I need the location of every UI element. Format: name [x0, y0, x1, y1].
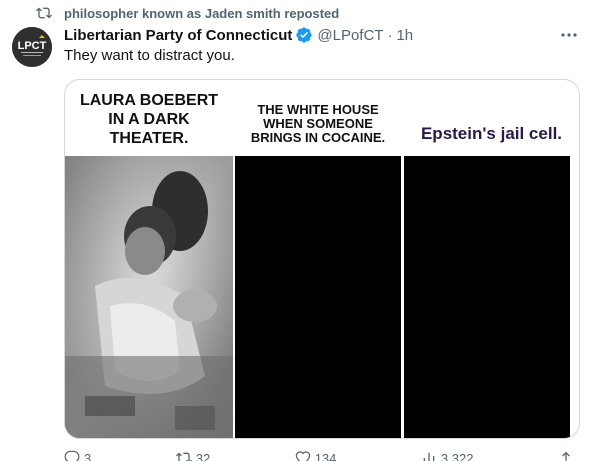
lpct-logo: LPCT [12, 27, 52, 67]
heart-icon [295, 451, 310, 461]
views-button[interactable]: 3,322 [421, 450, 474, 461]
timestamp[interactable]: 1h [396, 27, 413, 44]
tweet-actions: 3 32 134 3,322 [64, 450, 578, 461]
svg-text:LPCT: LPCT [18, 40, 47, 52]
avatar[interactable]: LPCT [12, 27, 52, 67]
verified-badge-icon[interactable] [295, 26, 313, 44]
reply-icon [64, 450, 80, 461]
repost-button[interactable]: 32 [175, 450, 211, 461]
reply-count: 3 [84, 450, 92, 461]
meme-panel-boebert: LAURA BOEBERT IN A DARK THEATER. [65, 80, 233, 438]
views-chart-icon [423, 452, 435, 461]
black-panel-white-house [235, 156, 401, 438]
meme-panel-epstein: Epstein's jail cell. [404, 80, 579, 438]
author-display-name[interactable]: Libertarian Party of Connecticut [64, 27, 292, 44]
retweet-icon [175, 452, 192, 461]
black-panel-epstein [404, 156, 570, 438]
like-button[interactable]: 134 [295, 450, 337, 461]
meme-panel-white-house: THE WHITE HOUSE WHEN SOMEONE BRINGS IN C… [235, 80, 401, 438]
author-handle[interactable]: @LPofCT [317, 27, 383, 44]
tweet-text: They want to distract you. [64, 47, 235, 64]
tweet-media-image[interactable]: LAURA BOEBERT IN A DARK THEATER. THE WHI… [64, 79, 580, 439]
tweet-header: Libertarian Party of Connecticut @LPofCT… [64, 25, 413, 45]
separator-dot: · [387, 26, 393, 44]
repost-context[interactable]: philosopher known as Jaden smith reposte… [36, 4, 339, 22]
reply-button[interactable]: 3 [64, 450, 91, 461]
share-icon [562, 451, 570, 461]
meme-caption-epstein: Epstein's jail cell. [420, 124, 563, 143]
share-button[interactable] [558, 450, 578, 461]
more-options-button[interactable] [558, 26, 580, 44]
repost-icon [36, 5, 52, 21]
more-dots-icon [561, 33, 577, 37]
repost-label: philosopher known as Jaden smith reposte… [64, 5, 340, 21]
meme-caption-white-house: THE WHITE HOUSE WHEN SOMEONE BRINGS IN C… [250, 102, 386, 145]
tweet[interactable]: philosopher known as Jaden smith reposte… [0, 0, 594, 461]
repost-count: 32 [195, 450, 211, 461]
meme-caption-boebert: LAURA BOEBERT IN A DARK THEATER. [79, 91, 219, 147]
like-count: 134 [314, 450, 337, 461]
theater-photo [65, 156, 233, 438]
view-count: 3,322 [440, 450, 474, 461]
